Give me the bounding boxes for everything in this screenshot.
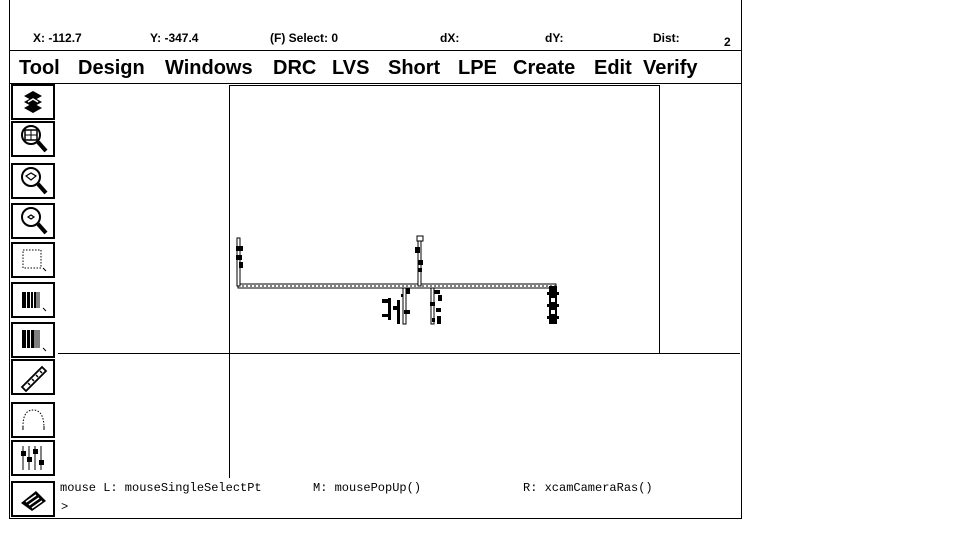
zoom-fit-icon <box>21 125 48 153</box>
stack-button[interactable] <box>11 440 55 476</box>
zoom-in-button[interactable] <box>11 163 55 199</box>
tool-palette <box>10 84 57 519</box>
distance-readout: Dist: <box>653 31 680 45</box>
menu-bar: Tool Design Windows DRC LVS Short LPE Cr… <box>10 50 741 84</box>
menu-tool[interactable]: Tool <box>19 57 60 80</box>
arc-icon <box>22 409 45 431</box>
dx-readout: dX: <box>440 31 460 45</box>
ruler-button[interactable] <box>11 359 55 395</box>
x-coordinate-readout: X: -112.7 <box>33 31 82 45</box>
layer-visible-icon <box>22 292 47 312</box>
stack-icon <box>21 446 44 470</box>
menu-lpe[interactable]: LPE <box>458 57 497 80</box>
menu-lvs[interactable]: LVS <box>332 57 369 80</box>
mouse-right-binding: R: xcamCameraRas() <box>523 481 653 495</box>
redraw-button[interactable] <box>11 84 55 120</box>
menu-drc[interactable]: DRC <box>273 57 316 80</box>
zoom-in-icon <box>21 167 48 195</box>
window-number: 2 <box>724 35 731 49</box>
select-box-icon <box>22 249 47 272</box>
mouse-middle-binding: M: mousePopUp() <box>313 481 422 495</box>
zoom-out-icon <box>21 207 48 235</box>
select-count-readout: (F) Select: 0 <box>270 31 339 45</box>
zoom-fit-button[interactable] <box>11 121 55 157</box>
menu-windows[interactable]: Windows <box>165 57 253 80</box>
command-prompt[interactable]: > <box>61 500 68 514</box>
layer-visible-button[interactable] <box>11 282 55 318</box>
layer-select-icon <box>22 330 47 352</box>
ruler-icon <box>20 365 48 393</box>
layer-select-button[interactable] <box>11 322 55 358</box>
properties-icon <box>21 491 46 511</box>
dy-readout: dY: <box>545 31 564 45</box>
menu-verify[interactable]: Verify <box>643 57 697 80</box>
menu-design[interactable]: Design <box>78 57 145 80</box>
menu-short[interactable]: Short <box>388 57 440 80</box>
properties-button[interactable] <box>11 481 55 517</box>
menu-create[interactable]: Create <box>513 57 575 80</box>
zoom-out-button[interactable] <box>11 203 55 239</box>
arc-button[interactable] <box>11 402 55 438</box>
y-coordinate-readout: Y: -347.4 <box>150 31 199 45</box>
select-box-button[interactable] <box>11 242 55 278</box>
mouse-left-binding: mouse L: mouseSingleSelectPt <box>60 481 262 495</box>
redraw-icon <box>24 91 42 113</box>
menu-edit[interactable]: Edit <box>594 57 632 80</box>
